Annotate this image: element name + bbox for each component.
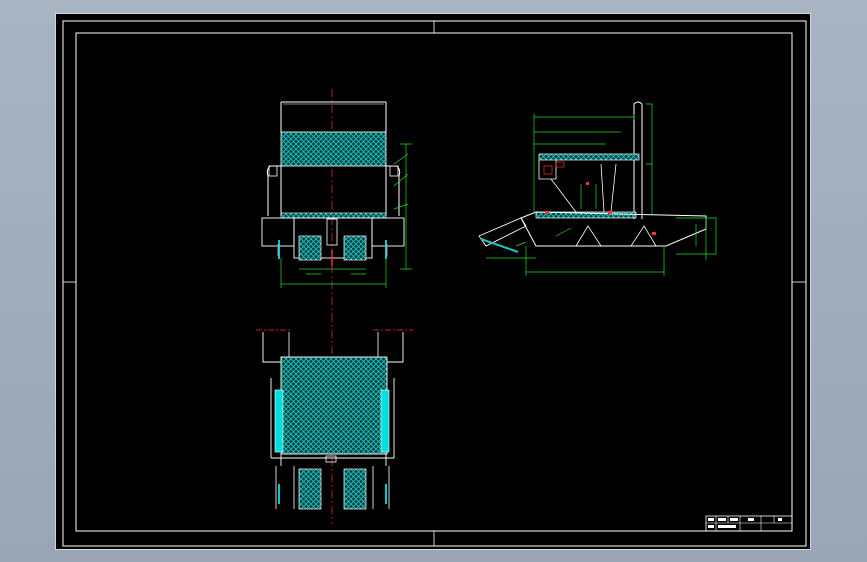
front-view: [261, 89, 412, 314]
side-view: [478, 101, 717, 276]
sheet-frame: [62, 20, 807, 547]
title-block: [705, 515, 793, 532]
cad-drawing: [62, 20, 807, 547]
drawing-sheet: [55, 13, 811, 550]
top-view: [256, 314, 413, 524]
